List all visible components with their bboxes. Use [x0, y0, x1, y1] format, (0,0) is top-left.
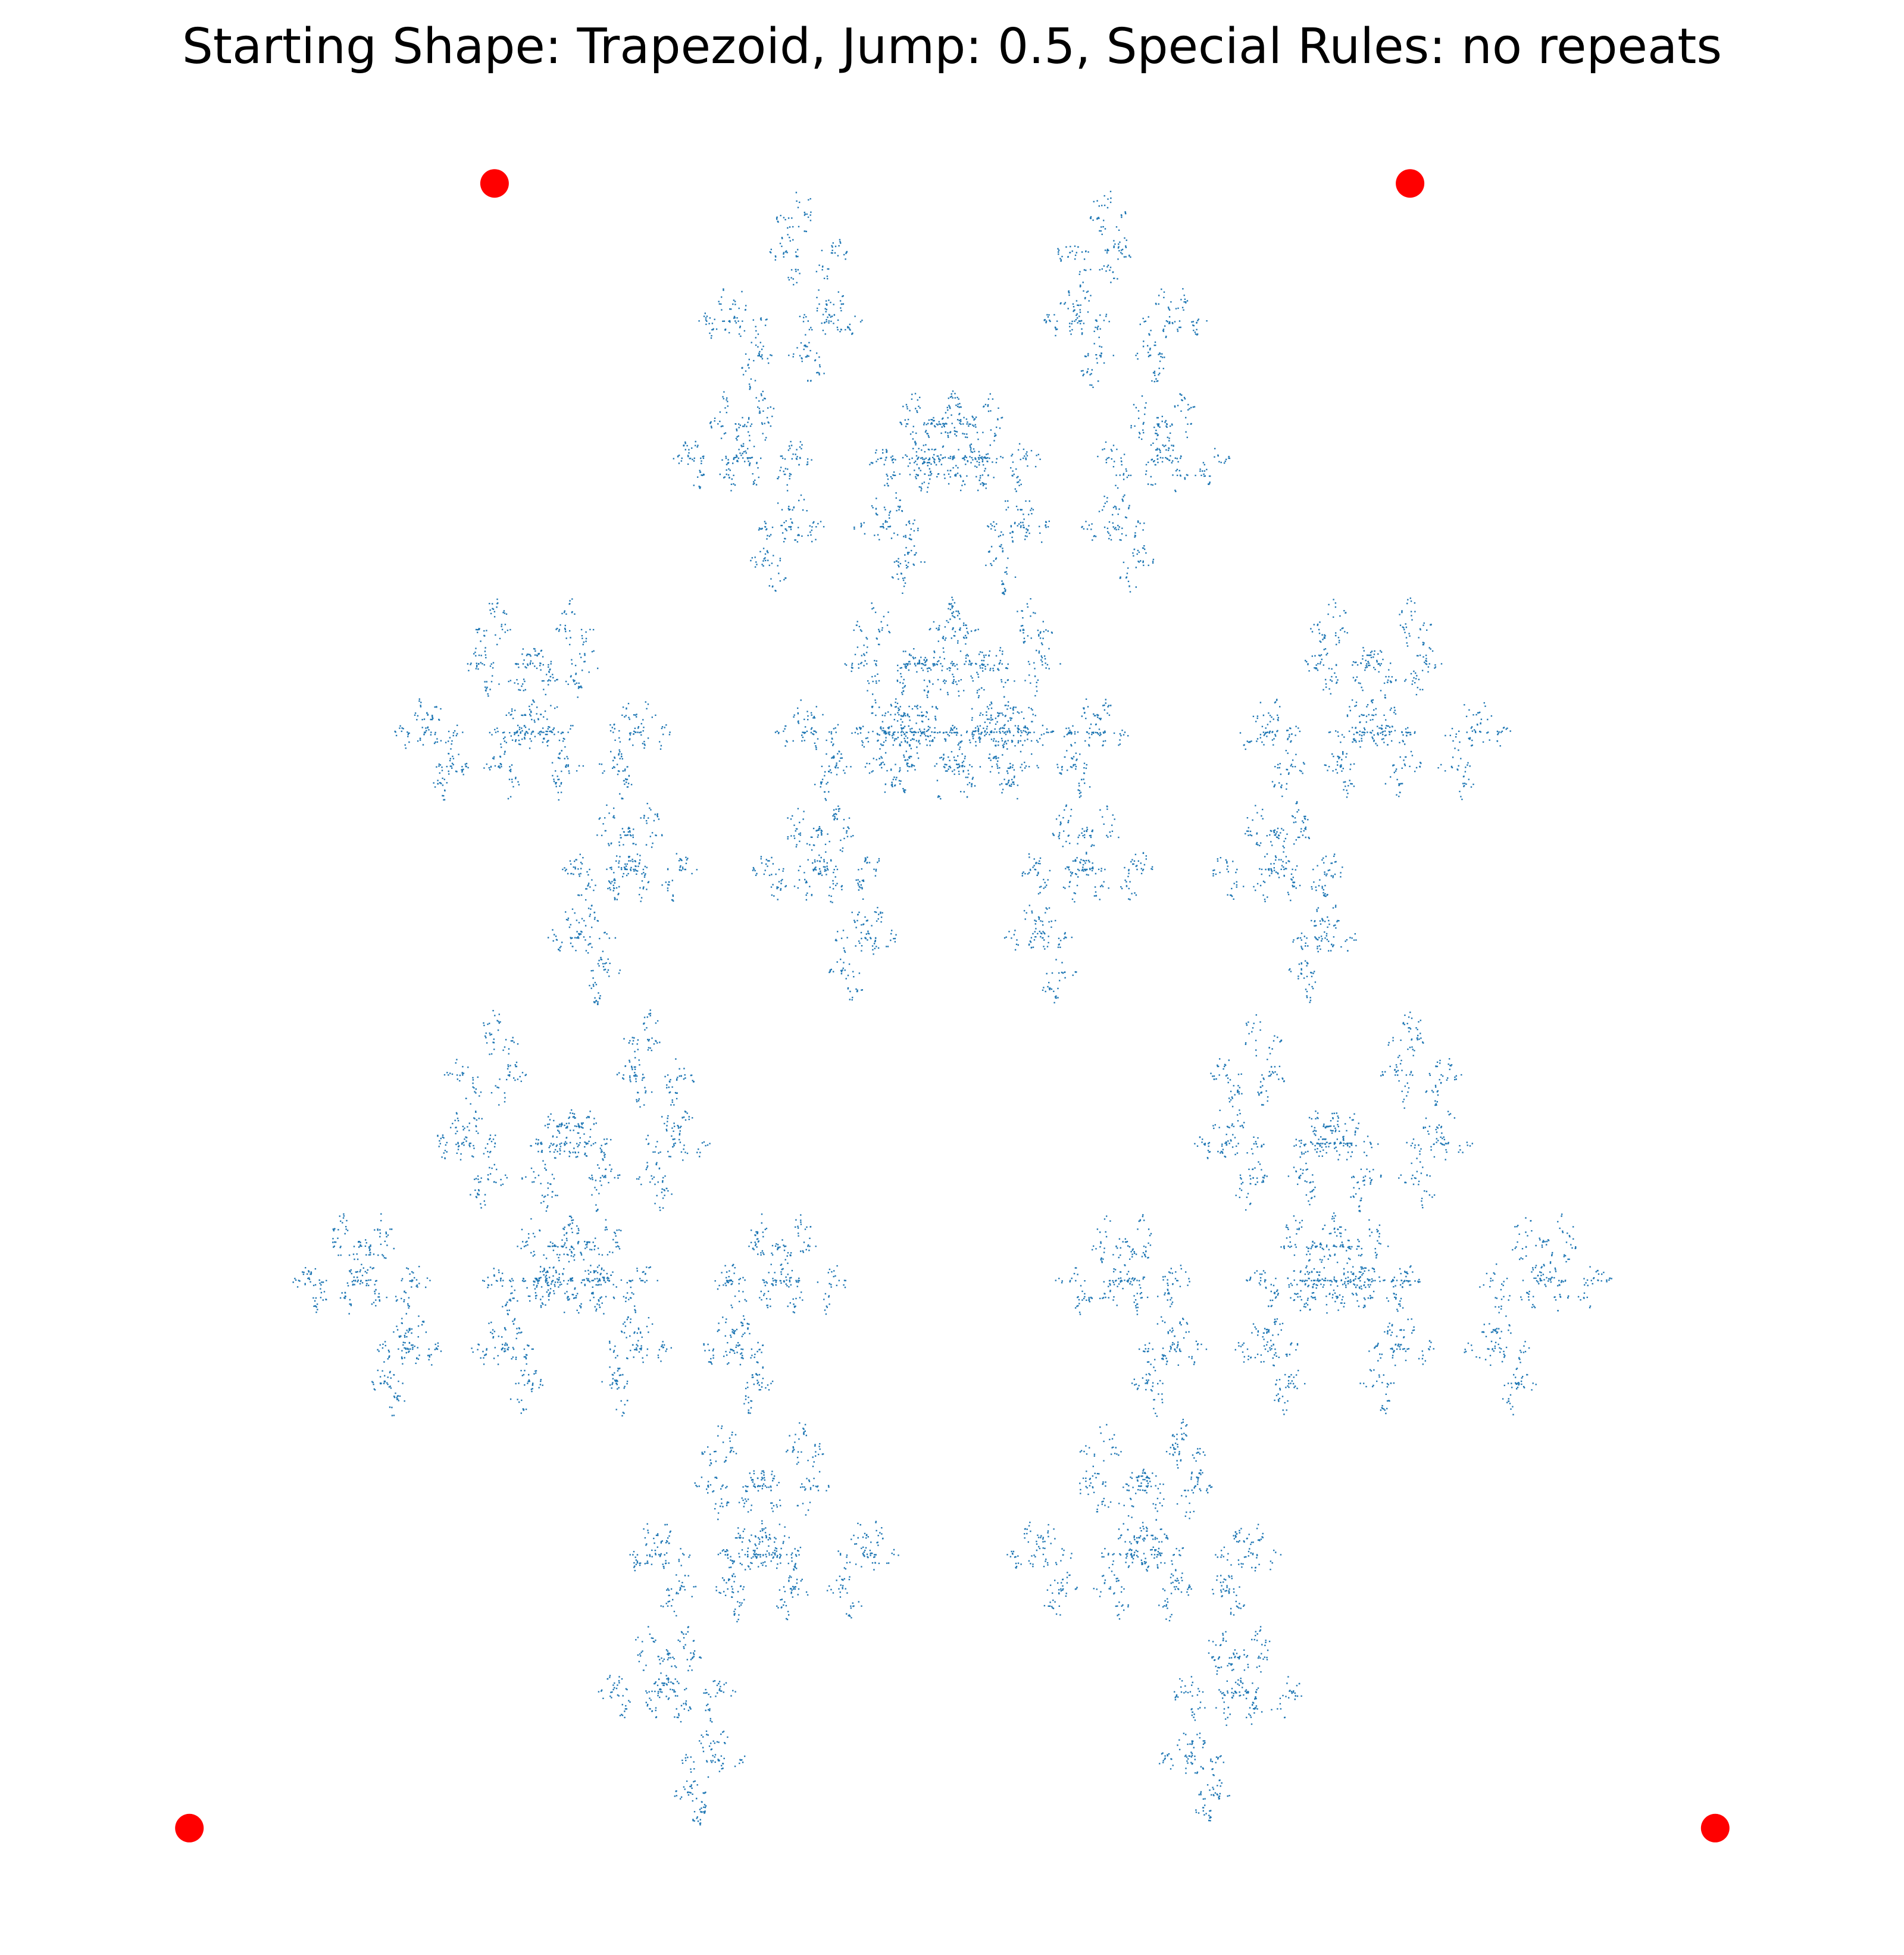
vertex-marker [480, 169, 509, 198]
vertex-marker [175, 1813, 204, 1843]
vertex-marker [1700, 1813, 1730, 1843]
chaos-game-points [292, 190, 1612, 1826]
vertex-marker [1396, 169, 1425, 198]
figure: Starting Shape: Trapezoid, Jump: 0.5, Sp… [0, 0, 1904, 1955]
scatter-points [292, 190, 1612, 1826]
trapezoid-vertices [175, 169, 1730, 1843]
chaos-game-plot [175, 169, 1730, 1843]
